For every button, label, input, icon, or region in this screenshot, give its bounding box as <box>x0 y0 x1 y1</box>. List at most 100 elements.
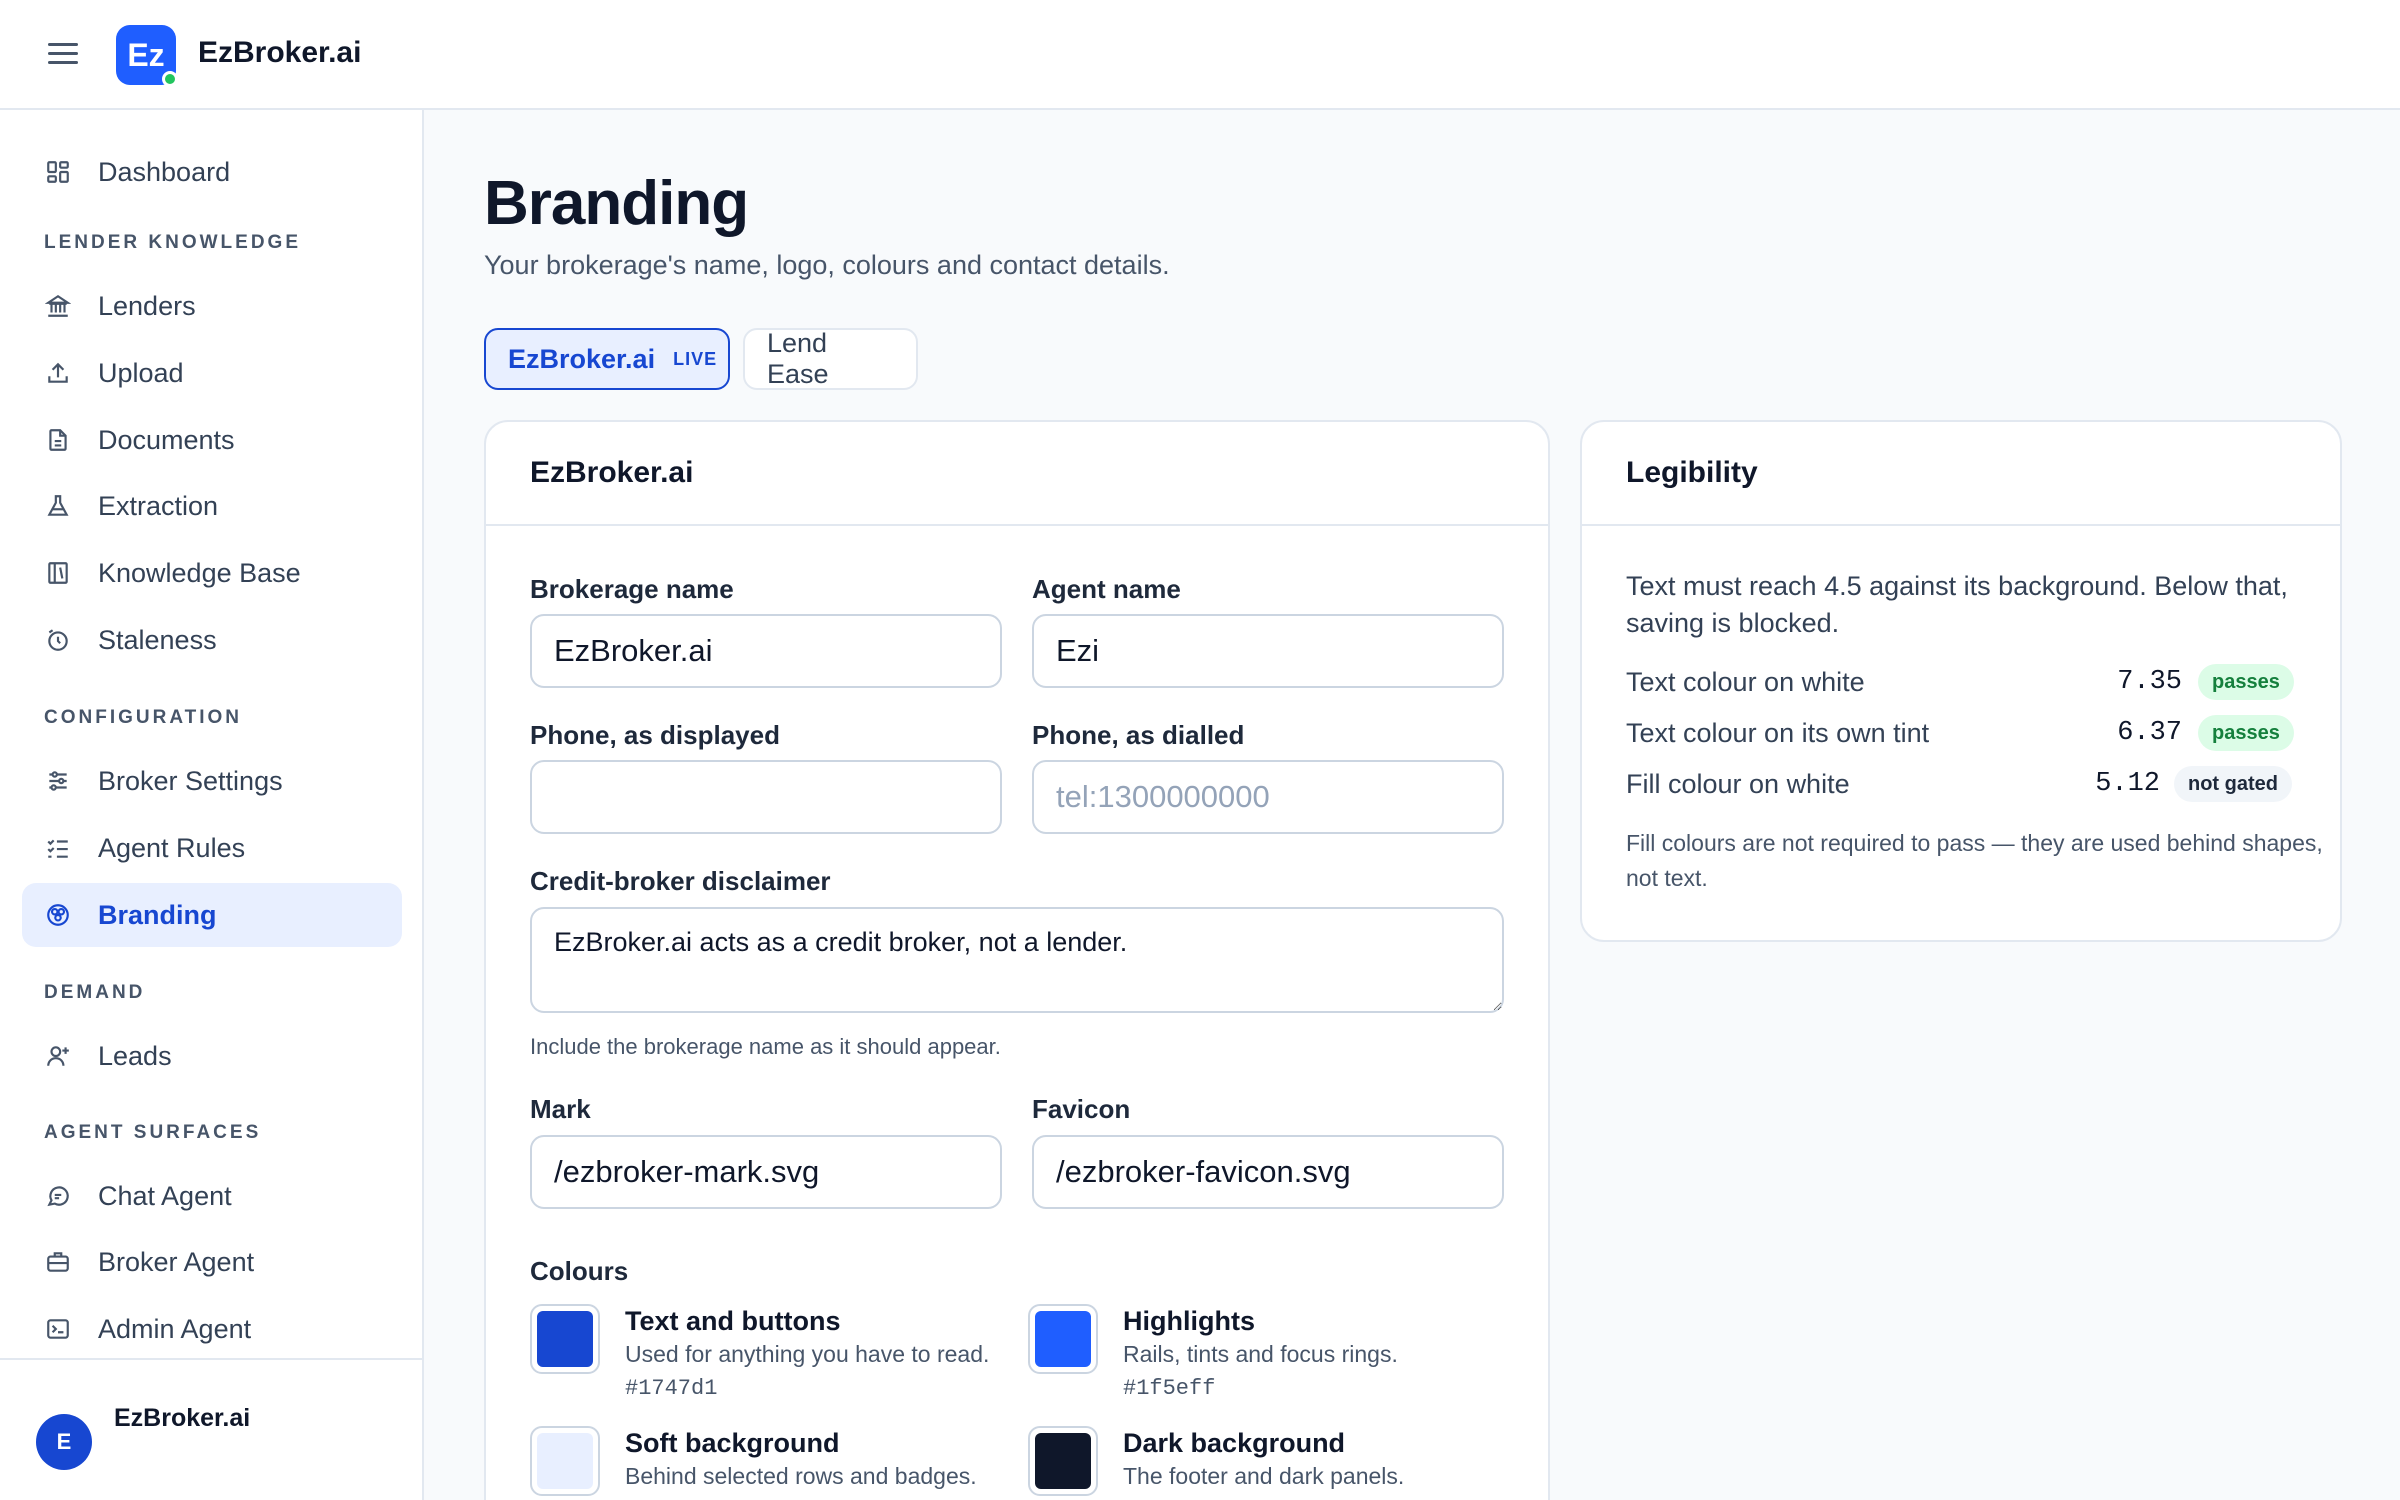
swatch-description: The footer and dark panels. <box>1123 1463 1405 1489</box>
sidebar-item-broker-agent[interactable]: Broker Agent <box>22 1230 402 1294</box>
sidebar-item-label: Dashboard <box>98 156 231 187</box>
app-name: EzBroker.ai <box>198 36 362 69</box>
sidebar-item-upload[interactable]: Upload <box>22 341 402 405</box>
sidebar-item-label: Leads <box>98 1040 172 1071</box>
favicon-label: Favicon <box>1032 1094 1131 1124</box>
page-title: Branding <box>484 169 749 238</box>
tab-lend-ease[interactable]: Lend Ease <box>743 328 918 390</box>
sliders-icon <box>44 767 72 795</box>
agent-name-input[interactable] <box>1032 614 1504 688</box>
legibility-note: Fill colours are not required to pass — … <box>1626 830 2323 891</box>
legibility-intro: Text must reach 4.5 against its backgrou… <box>1626 571 2288 638</box>
sidebar-item-label: Staleness <box>98 624 217 655</box>
sidebar-item-extraction[interactable]: Extraction <box>22 474 402 538</box>
sidebar-item-label: Chat Agent <box>98 1180 232 1211</box>
sidebar-item-leads[interactable]: Leads <box>22 1024 402 1088</box>
section-label-configuration: CONFIGURATION <box>44 707 243 728</box>
top-bar: Ez EzBroker.ai <box>0 0 2400 110</box>
mark-label: Mark <box>530 1094 591 1124</box>
card-title: Legibility <box>1582 422 2340 526</box>
status-badge: passes <box>2198 664 2294 700</box>
swatch-dark-background[interactable] <box>1028 1426 1098 1496</box>
card-title: EzBroker.ai <box>486 422 1548 526</box>
account-name: EzBroker.ai <box>114 1404 251 1432</box>
section-label-demand: DEMAND <box>44 982 146 1003</box>
swatch-hex: #1747d1 <box>625 1376 718 1401</box>
status-badge: passes <box>2198 715 2294 751</box>
status-badge: not gated <box>2174 766 2292 802</box>
briefcase-icon <box>44 1248 72 1276</box>
sidebar-item-label: Broker Agent <box>98 1246 255 1277</box>
tab-label: EzBroker.ai <box>508 343 656 374</box>
swatch-title: Highlights <box>1123 1306 1255 1336</box>
tab-label: Lend Ease <box>767 328 829 389</box>
book-icon <box>44 559 72 587</box>
agent-name-label: Agent name <box>1032 574 1181 604</box>
legibility-row-label: Fill colour on white <box>1626 769 1850 799</box>
brokerage-name-label: Brokerage name <box>530 574 734 604</box>
swatch-hex: #1f5eff <box>1123 1376 1216 1401</box>
swatch-description: Behind selected rows and badges. <box>625 1463 977 1489</box>
favicon-input[interactable] <box>1032 1135 1504 1209</box>
sidebar-item-agent-rules[interactable]: Agent Rules <box>22 816 402 880</box>
legibility-row-label: Text colour on white <box>1626 667 1865 697</box>
tab-ezbroker[interactable]: EzBroker.ai LIVE <box>484 328 730 390</box>
swatch-text-and-buttons[interactable] <box>530 1304 600 1374</box>
disclaimer-textarea[interactable]: EzBroker.ai acts as a credit broker, not… <box>530 907 1504 1013</box>
section-label-lender-knowledge: LENDER KNOWLEDGE <box>44 232 301 253</box>
sidebar-footer[interactable]: E EzBroker.ai <box>0 1358 422 1500</box>
bank-icon <box>44 292 72 320</box>
sidebar-item-label: Lenders <box>98 290 196 321</box>
logo-text: Ez <box>127 36 165 73</box>
sidebar-item-dashboard[interactable]: Dashboard <box>22 140 402 204</box>
swatch-highlights[interactable] <box>1028 1304 1098 1374</box>
disclaimer-help-text: Include the brokerage name as it should … <box>530 1034 1001 1059</box>
checklist-icon <box>44 834 72 862</box>
sidebar-item-chat-agent[interactable]: Chat Agent <box>22 1164 402 1228</box>
dashboard-icon <box>44 158 72 186</box>
section-label-agent-surfaces: AGENT SURFACES <box>44 1122 262 1143</box>
sidebar-item-label: Upload <box>98 357 184 388</box>
sidebar-item-label: Broker Settings <box>98 765 283 796</box>
live-badge: LIVE <box>673 348 718 369</box>
sidebar-item-documents[interactable]: Documents <box>22 408 402 472</box>
disclaimer-label: Credit-broker disclaimer <box>530 866 831 896</box>
mark-input[interactable] <box>530 1135 1002 1209</box>
sidebar-item-broker-settings[interactable]: Broker Settings <box>22 749 402 813</box>
swatch-title: Dark background <box>1123 1428 1346 1458</box>
sidebar-item-label: Extraction <box>98 490 219 521</box>
avatar[interactable]: E <box>36 1414 92 1470</box>
swatch-description: Rails, tints and focus rings. <box>1123 1341 1398 1367</box>
sidebar-item-admin-agent[interactable]: Admin Agent <box>22 1297 402 1361</box>
flask-icon <box>44 492 72 520</box>
sidebar-item-label: Admin Agent <box>98 1313 252 1344</box>
sidebar-item-lenders[interactable]: Lenders <box>22 274 402 338</box>
sidebar-item-label: Branding <box>98 899 217 930</box>
clock-icon <box>44 626 72 654</box>
swatch-fill <box>1035 1311 1091 1367</box>
sidebar-item-branding[interactable]: Branding <box>22 883 402 947</box>
sidebar-item-label: Knowledge Base <box>98 557 301 588</box>
phone-dialled-label: Phone, as dialled <box>1032 720 1245 750</box>
terminal-icon <box>44 1315 72 1343</box>
menu-icon[interactable] <box>48 43 78 67</box>
swatch-soft-background[interactable] <box>530 1426 600 1496</box>
swatch-title: Text and buttons <box>625 1306 841 1336</box>
sidebar: Dashboard LENDER KNOWLEDGE Lenders Uploa… <box>0 110 424 1500</box>
user-plus-icon <box>44 1042 72 1070</box>
sidebar-item-knowledge-base[interactable]: Knowledge Base <box>22 541 402 605</box>
colours-heading: Colours <box>530 1256 629 1286</box>
sidebar-item-label: Documents <box>98 424 235 455</box>
brokerage-name-input[interactable] <box>530 614 1002 688</box>
swatch-title: Soft background <box>625 1428 840 1458</box>
phone-displayed-input[interactable] <box>530 760 1002 834</box>
contrast-ratio: 6.37 <box>2117 718 2182 748</box>
phone-dialled-input[interactable] <box>1032 760 1504 834</box>
app-logo[interactable]: Ez <box>116 25 178 87</box>
sidebar-item-staleness[interactable]: Staleness <box>22 608 402 672</box>
sidebar-item-label: Agent Rules <box>98 832 246 863</box>
chat-icon <box>44 1182 72 1210</box>
contrast-ratio: 5.12 <box>2095 769 2160 799</box>
swatch-fill <box>537 1433 593 1489</box>
swatch-description: Used for anything you have to read. <box>625 1341 990 1367</box>
